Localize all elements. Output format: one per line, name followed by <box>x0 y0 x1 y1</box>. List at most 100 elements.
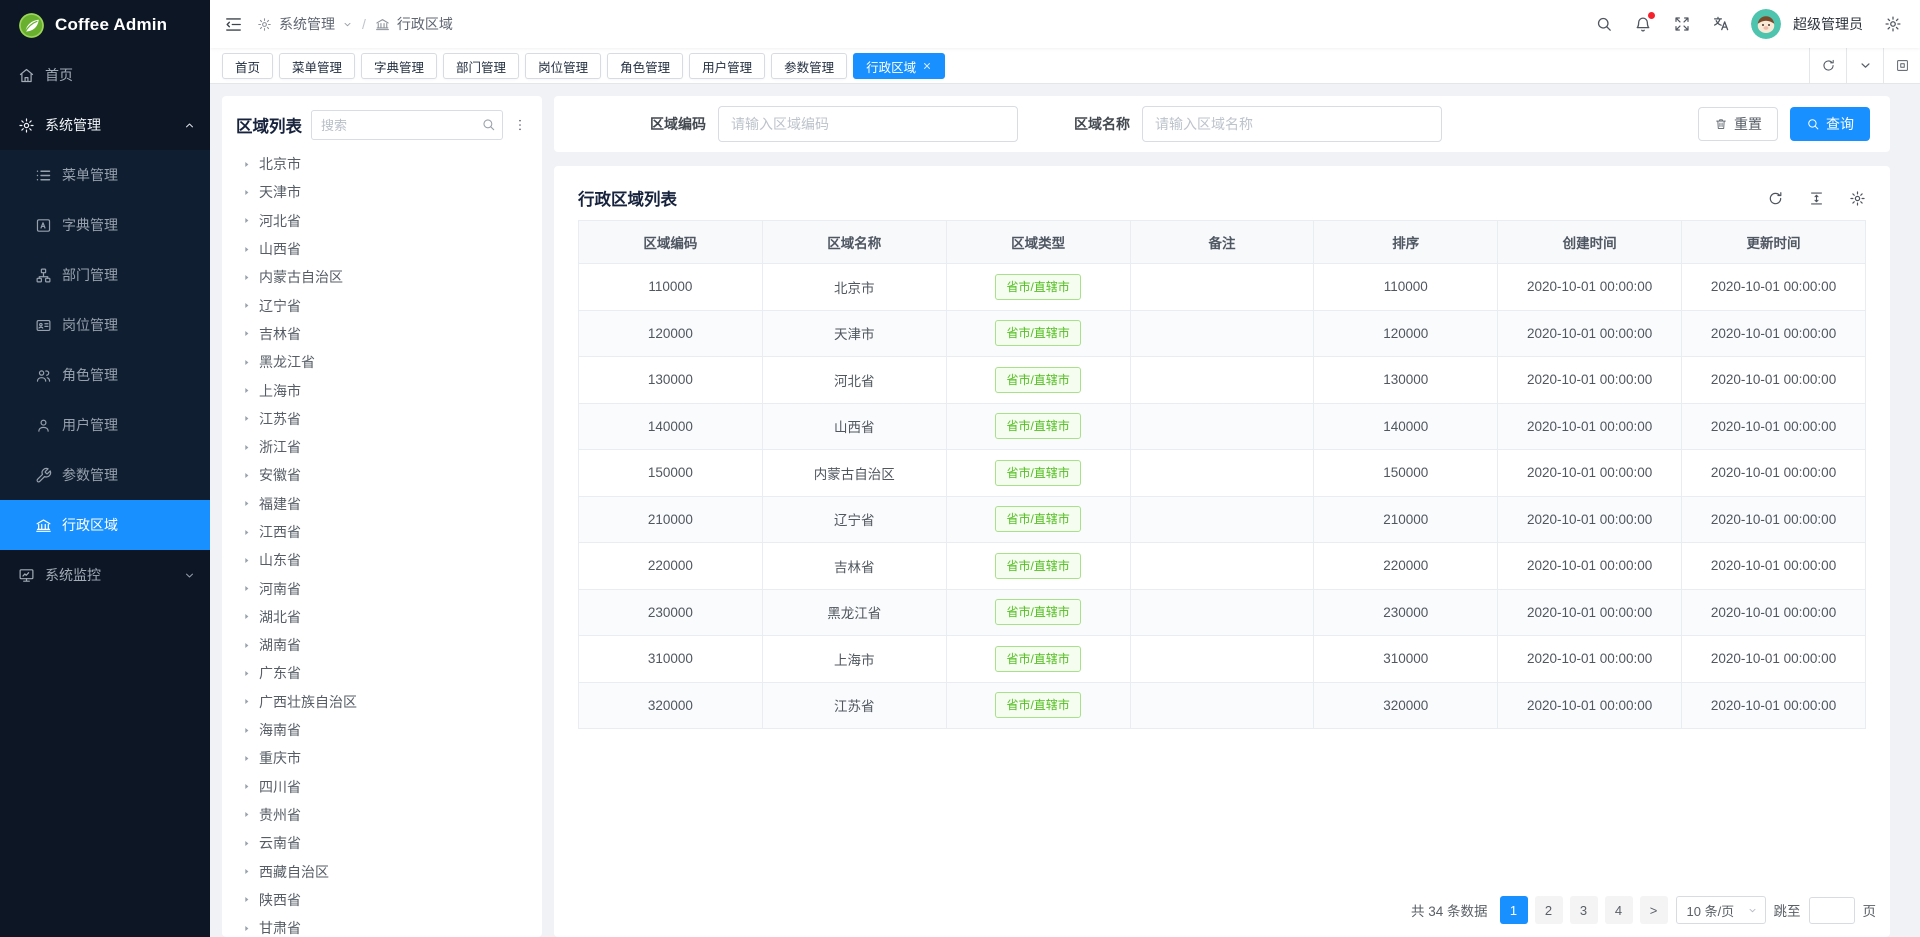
caret-right-icon[interactable] <box>242 584 251 593</box>
tree-item[interactable]: 内蒙古自治区 <box>236 263 528 291</box>
notifications-button[interactable] <box>1634 15 1652 33</box>
region-name-input[interactable] <box>1142 106 1442 142</box>
sidebar-item-home[interactable]: 首页 <box>0 50 210 100</box>
sidebar-item-user-management[interactable]: 用户管理 <box>0 400 210 450</box>
page-button-2[interactable]: 2 <box>1535 896 1563 924</box>
page-button-3[interactable]: 3 <box>1570 896 1598 924</box>
tab-admin-region[interactable]: 行政区域 <box>853 53 945 79</box>
sidebar-item-dept-management[interactable]: 部门管理 <box>0 250 210 300</box>
density-icon[interactable] <box>1808 190 1825 207</box>
caret-right-icon[interactable] <box>242 499 251 508</box>
translate-icon[interactable] <box>1712 15 1730 33</box>
caret-right-icon[interactable] <box>242 471 251 480</box>
tab-user-management[interactable]: 用户管理 <box>689 53 765 79</box>
tree-item[interactable]: 西藏自治区 <box>236 857 528 885</box>
tree-item[interactable]: 湖北省 <box>236 603 528 631</box>
tree-item[interactable]: 北京市 <box>236 150 528 178</box>
caret-right-icon[interactable] <box>242 556 251 565</box>
tree-item[interactable]: 湖南省 <box>236 631 528 659</box>
caret-right-icon[interactable] <box>242 839 251 848</box>
maximize-content-button[interactable] <box>1883 48 1920 83</box>
tree-more-button[interactable] <box>512 117 528 133</box>
collapse-sidebar-icon[interactable] <box>224 15 243 34</box>
caret-right-icon[interactable] <box>242 273 251 282</box>
tree-item[interactable]: 安徽省 <box>236 461 528 489</box>
caret-right-icon[interactable] <box>242 443 251 452</box>
caret-right-icon[interactable] <box>242 160 251 169</box>
avatar[interactable] <box>1751 9 1781 39</box>
caret-right-icon[interactable] <box>242 867 251 876</box>
caret-right-icon[interactable] <box>242 697 251 706</box>
fullscreen-icon[interactable] <box>1673 15 1691 33</box>
tab-post-management[interactable]: 岗位管理 <box>525 53 601 79</box>
tab-menu-management[interactable]: 菜单管理 <box>279 53 355 79</box>
tree-item[interactable]: 山东省 <box>236 546 528 574</box>
caret-right-icon[interactable] <box>242 245 251 254</box>
sidebar-item-admin-region[interactable]: 行政区域 <box>0 500 210 550</box>
search-icon[interactable] <box>481 117 496 132</box>
tree-item[interactable]: 贵州省 <box>236 801 528 829</box>
sidebar-item-role-management[interactable]: 角色管理 <box>0 350 210 400</box>
tree-item[interactable]: 陕西省 <box>236 886 528 914</box>
tree-item[interactable]: 辽宁省 <box>236 291 528 319</box>
caret-right-icon[interactable] <box>242 726 251 735</box>
caret-right-icon[interactable] <box>242 358 251 367</box>
tree-item[interactable]: 吉林省 <box>236 320 528 348</box>
tree-item[interactable]: 四川省 <box>236 773 528 801</box>
tab-options-button[interactable] <box>1846 48 1883 83</box>
tree-item[interactable]: 河南省 <box>236 574 528 602</box>
tree-item[interactable]: 广东省 <box>236 659 528 687</box>
page-button-4[interactable]: 4 <box>1605 896 1633 924</box>
sidebar-item-system-monitor[interactable]: 系统监控 <box>0 550 210 600</box>
tree-item[interactable]: 福建省 <box>236 490 528 518</box>
page-button-1[interactable]: 1 <box>1500 896 1528 924</box>
caret-right-icon[interactable] <box>242 386 251 395</box>
tree-item[interactable]: 河北省 <box>236 207 528 235</box>
settings-gear-icon[interactable] <box>1884 15 1902 33</box>
jump-page-input[interactable] <box>1809 897 1855 924</box>
caret-right-icon[interactable] <box>242 782 251 791</box>
caret-right-icon[interactable] <box>242 301 251 310</box>
tree-item[interactable]: 浙江省 <box>236 433 528 461</box>
caret-right-icon[interactable] <box>242 669 251 678</box>
tree-item[interactable]: 云南省 <box>236 829 528 857</box>
tab-dept-management[interactable]: 部门管理 <box>443 53 519 79</box>
sidebar-item-param-management[interactable]: 参数管理 <box>0 450 210 500</box>
query-button[interactable]: 查询 <box>1790 107 1870 141</box>
tree-item[interactable]: 天津市 <box>236 178 528 206</box>
caret-right-icon[interactable] <box>242 810 251 819</box>
tab-role-management[interactable]: 角色管理 <box>607 53 683 79</box>
caret-right-icon[interactable] <box>242 612 251 621</box>
region-code-input[interactable] <box>718 106 1018 142</box>
user-name[interactable]: 超级管理员 <box>1793 14 1863 34</box>
breadcrumb-section[interactable]: 系统管理 <box>279 14 335 34</box>
tree-item[interactable]: 江苏省 <box>236 405 528 433</box>
caret-right-icon[interactable] <box>242 754 251 763</box>
column-settings-gear-icon[interactable] <box>1849 190 1866 207</box>
refresh-table-icon[interactable] <box>1767 190 1784 207</box>
caret-right-icon[interactable] <box>242 188 251 197</box>
caret-right-icon[interactable] <box>242 528 251 537</box>
sidebar-item-dict-management[interactable]: 字典管理 <box>0 200 210 250</box>
sidebar-item-menu-management[interactable]: 菜单管理 <box>0 150 210 200</box>
close-icon[interactable] <box>922 61 932 71</box>
tree-item[interactable]: 甘肃省 <box>236 914 528 937</box>
next-page-button[interactable]: > <box>1640 896 1668 924</box>
tree-item[interactable]: 上海市 <box>236 376 528 404</box>
tab-dict-management[interactable]: 字典管理 <box>361 53 437 79</box>
search-icon[interactable] <box>1595 15 1613 33</box>
tree-item[interactable]: 江西省 <box>236 518 528 546</box>
reset-button[interactable]: 重置 <box>1698 107 1778 141</box>
tab-param-management[interactable]: 参数管理 <box>771 53 847 79</box>
tree-item[interactable]: 海南省 <box>236 716 528 744</box>
refresh-page-button[interactable] <box>1809 48 1846 83</box>
caret-right-icon[interactable] <box>242 329 251 338</box>
caret-right-icon[interactable] <box>242 895 251 904</box>
page-size-select[interactable]: 10 条/页 <box>1676 896 1766 924</box>
tree-search-input[interactable] <box>311 110 503 140</box>
tree-item[interactable]: 山西省 <box>236 235 528 263</box>
caret-right-icon[interactable] <box>242 216 251 225</box>
caret-right-icon[interactable] <box>242 414 251 423</box>
caret-right-icon[interactable] <box>242 641 251 650</box>
tree-item[interactable]: 黑龙江省 <box>236 348 528 376</box>
